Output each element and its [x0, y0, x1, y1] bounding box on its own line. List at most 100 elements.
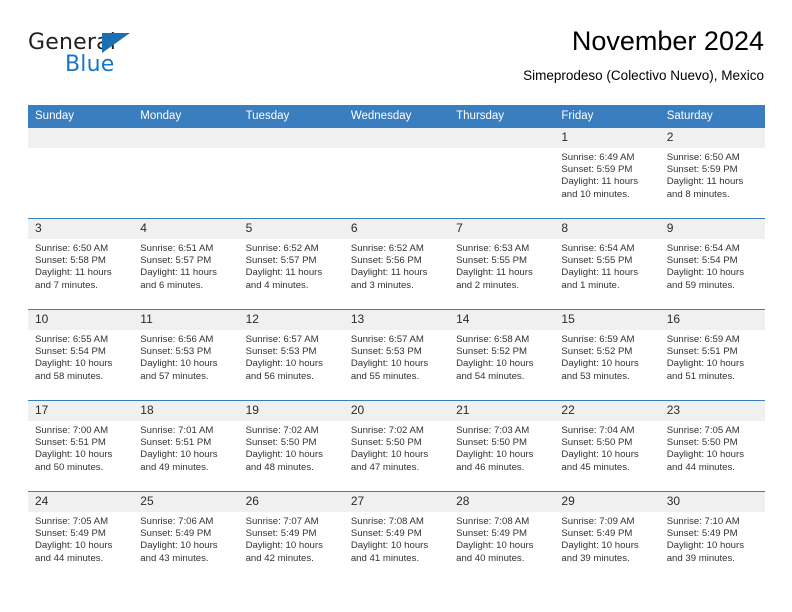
- calendar-cell-day[interactable]: 1 Sunrise: 6:49 AM Sunset: 5:59 PM Daylight…: [554, 127, 660, 219]
- daylight-text-line2: and 56 minutes.: [245, 370, 314, 382]
- sunset-text: Sunset: 5:55 PM: [561, 255, 633, 267]
- sunrise-text: Sunrise: 7:05 AM: [35, 516, 109, 527]
- page-subtitle: Simeprodeso (Colectivo Nuevo), Mexico: [523, 68, 764, 83]
- sunrise-text: Sunrise: 6:57 AM: [350, 334, 424, 345]
- daylight-text-line1: Daylight: 10 hours: [666, 540, 745, 552]
- calendar-cell-day[interactable]: 23 Sunrise: 7:05 AM Sunset: 5:50 PM Dayligh…: [659, 400, 765, 492]
- sunrise-text: Sunrise: 7:03 AM: [456, 425, 530, 436]
- daylight-text-line2: and 54 minutes.: [456, 370, 525, 382]
- daylight-text-line2: and 47 minutes.: [350, 461, 420, 473]
- calendar-cell-day[interactable]: 30 Sunrise: 7:10 AM Sunset: 5:49 PM Dayligh…: [659, 491, 765, 582]
- sunset-text: Sunset: 5:50 PM: [456, 437, 528, 449]
- calendar-cell-day[interactable]: 6 Sunrise: 6:52 AM Sunset: 5:56 PM Daylight…: [343, 218, 450, 310]
- sunset-text: Sunset: 5:50 PM: [245, 437, 317, 449]
- calendar-cell-day[interactable]: 3 Sunrise: 6:50 AM Sunset: 5:58 PM Daylight…: [28, 218, 134, 310]
- sunset-text: Sunset: 5:52 PM: [456, 346, 528, 358]
- sunrise-text: Sunrise: 7:08 AM: [350, 516, 424, 527]
- day-details: Sunrise: 7:07 AM Sunset: 5:49 PM Daylight:…: [239, 512, 344, 565]
- day-number: 6: [343, 219, 450, 239]
- calendar-cell-day[interactable]: 29 Sunrise: 7:09 AM Sunset: 5:49 PM Dayligh…: [554, 491, 660, 582]
- calendar-cell-day[interactable]: 20 Sunrise: 7:02 AM Sunset: 5:50 PM Dayligh…: [343, 400, 450, 492]
- calendar-cell-empty: [133, 127, 239, 219]
- day-details: Sunrise: 7:10 AM Sunset: 5:49 PM Daylight:…: [660, 512, 765, 565]
- day-details: Sunrise: 6:54 AM Sunset: 5:55 PM Daylight:…: [554, 239, 659, 292]
- calendar-cell-day[interactable]: 8 Sunrise: 6:54 AM Sunset: 5:55 PM Daylight…: [554, 218, 660, 310]
- calendar-week-row: 10 Sunrise: 6:55 AM Sunset: 5:54 PM Dayligh…: [28, 309, 765, 401]
- sunrise-text: Sunrise: 7:07 AM: [245, 516, 319, 527]
- calendar-cell-day[interactable]: 18 Sunrise: 7:01 AM Sunset: 5:51 PM Dayligh…: [133, 400, 239, 492]
- calendar-cell-day[interactable]: 12 Sunrise: 6:57 AM Sunset: 5:53 PM Dayligh…: [238, 309, 344, 401]
- calendar-cell-day[interactable]: 14 Sunrise: 6:58 AM Sunset: 5:52 PM Dayligh…: [449, 309, 555, 401]
- weekday-header-monday: Monday: [133, 105, 239, 128]
- day-number: 24: [28, 492, 134, 512]
- sunset-text: Sunset: 5:49 PM: [140, 528, 212, 540]
- daylight-text-line1: Daylight: 11 hours: [35, 267, 112, 279]
- calendar-cell-day[interactable]: 2 Sunrise: 6:50 AM Sunset: 5:59 PM Daylight…: [659, 127, 765, 219]
- sunset-text: Sunset: 5:57 PM: [245, 255, 317, 267]
- daylight-text-line1: Daylight: 11 hours: [140, 267, 217, 279]
- daylight-text-line2: and 4 minutes.: [245, 279, 309, 291]
- calendar-cell-day[interactable]: 13 Sunrise: 6:57 AM Sunset: 5:53 PM Dayligh…: [343, 309, 450, 401]
- calendar-cell-day[interactable]: 21 Sunrise: 7:03 AM Sunset: 5:50 PM Dayligh…: [449, 400, 555, 492]
- day-number: 25: [133, 492, 239, 512]
- daylight-text-line1: Daylight: 10 hours: [35, 358, 113, 370]
- day-number: 23: [659, 401, 765, 421]
- day-details: Sunrise: 7:00 AM Sunset: 5:51 PM Daylight:…: [28, 421, 133, 474]
- calendar-cell-day[interactable]: 25 Sunrise: 7:06 AM Sunset: 5:49 PM Dayligh…: [133, 491, 239, 582]
- calendar-cell-day[interactable]: 16 Sunrise: 6:59 AM Sunset: 5:51 PM Dayligh…: [659, 309, 765, 401]
- calendar-cell-day[interactable]: 9 Sunrise: 6:54 AM Sunset: 5:54 PM Daylight…: [659, 218, 765, 310]
- calendar-body: 1 Sunrise: 6:49 AM Sunset: 5:59 PM Daylight…: [28, 127, 765, 582]
- sunrise-text: Sunrise: 7:10 AM: [666, 516, 740, 527]
- daylight-text-line1: Daylight: 10 hours: [350, 358, 429, 370]
- daylight-text-line1: Daylight: 10 hours: [245, 540, 323, 552]
- generalblue-logo[interactable]: General Blue: [28, 30, 158, 84]
- weekday-header-sunday: Sunday: [28, 105, 134, 128]
- daylight-text-line1: Daylight: 11 hours: [561, 267, 639, 279]
- daylight-text-line1: Daylight: 11 hours: [350, 267, 428, 279]
- daylight-text-line2: and 41 minutes.: [350, 552, 420, 564]
- daylight-text-line1: Daylight: 11 hours: [245, 267, 323, 279]
- calendar-cell-day[interactable]: 7 Sunrise: 6:53 AM Sunset: 5:55 PM Daylight…: [449, 218, 555, 310]
- calendar-cell-day[interactable]: 24 Sunrise: 7:05 AM Sunset: 5:49 PM Dayligh…: [28, 491, 134, 582]
- day-details: Sunrise: 6:52 AM Sunset: 5:56 PM Daylight:…: [344, 239, 449, 292]
- daylight-text-line2: and 2 minutes.: [456, 279, 520, 291]
- calendar-cell-day[interactable]: 19 Sunrise: 7:02 AM Sunset: 5:50 PM Dayligh…: [238, 400, 344, 492]
- calendar-cell-day[interactable]: 4 Sunrise: 6:51 AM Sunset: 5:57 PM Daylight…: [133, 218, 239, 310]
- day-number: 3: [28, 219, 134, 239]
- calendar-cell-day[interactable]: 10 Sunrise: 6:55 AM Sunset: 5:54 PM Dayligh…: [28, 309, 134, 401]
- day-details: Sunrise: 6:52 AM Sunset: 5:57 PM Daylight:…: [239, 239, 344, 292]
- day-details: Sunrise: 7:03 AM Sunset: 5:50 PM Daylight:…: [449, 421, 554, 474]
- calendar-cell-day[interactable]: 22 Sunrise: 7:04 AM Sunset: 5:50 PM Dayligh…: [554, 400, 660, 492]
- sunrise-text: Sunrise: 6:54 AM: [666, 243, 740, 254]
- calendar-cell-day[interactable]: 28 Sunrise: 7:08 AM Sunset: 5:49 PM Dayligh…: [449, 491, 555, 582]
- sunrise-text: Sunrise: 6:50 AM: [666, 152, 740, 163]
- calendar-cell-day[interactable]: 17 Sunrise: 7:00 AM Sunset: 5:51 PM Dayligh…: [28, 400, 134, 492]
- calendar-cell-day[interactable]: 26 Sunrise: 7:07 AM Sunset: 5:49 PM Dayligh…: [238, 491, 344, 582]
- daylight-text-line1: Daylight: 10 hours: [35, 449, 113, 461]
- calendar-cell-day[interactable]: 11 Sunrise: 6:56 AM Sunset: 5:53 PM Dayligh…: [133, 309, 239, 401]
- day-number: 16: [659, 310, 765, 330]
- daylight-text-line2: and 1 minute.: [561, 279, 620, 291]
- day-number: 12: [238, 310, 344, 330]
- calendar-week-row: 17 Sunrise: 7:00 AM Sunset: 5:51 PM Dayligh…: [28, 400, 765, 492]
- sunset-text: Sunset: 5:55 PM: [456, 255, 528, 267]
- daylight-text-line1: Daylight: 10 hours: [456, 540, 534, 552]
- daylight-text-line1: Daylight: 10 hours: [666, 358, 745, 370]
- daylight-text-line2: and 43 minutes.: [140, 552, 209, 564]
- daylight-text-line2: and 59 minutes.: [666, 279, 735, 291]
- daylight-text-line2: and 46 minutes.: [456, 461, 525, 473]
- sunset-text: Sunset: 5:49 PM: [35, 528, 106, 540]
- day-details: Sunrise: 7:06 AM Sunset: 5:49 PM Daylight:…: [133, 512, 238, 565]
- calendar-cell-day[interactable]: 27 Sunrise: 7:08 AM Sunset: 5:49 PM Dayligh…: [343, 491, 450, 582]
- sunrise-text: Sunrise: 7:08 AM: [456, 516, 530, 527]
- sunset-text: Sunset: 5:49 PM: [666, 528, 738, 540]
- page-title: November 2024: [571, 26, 764, 56]
- daylight-text-line2: and 39 minutes.: [666, 552, 735, 564]
- sunrise-text: Sunrise: 6:57 AM: [245, 334, 319, 345]
- day-number: 4: [133, 219, 239, 239]
- day-number: 10: [28, 310, 134, 330]
- calendar-cell-day[interactable]: 15 Sunrise: 6:59 AM Sunset: 5:52 PM Dayligh…: [554, 309, 660, 401]
- sunrise-text: Sunrise: 6:55 AM: [35, 334, 109, 345]
- day-number: 27: [343, 492, 450, 512]
- calendar-cell-day[interactable]: 5 Sunrise: 6:52 AM Sunset: 5:57 PM Daylight…: [238, 218, 344, 310]
